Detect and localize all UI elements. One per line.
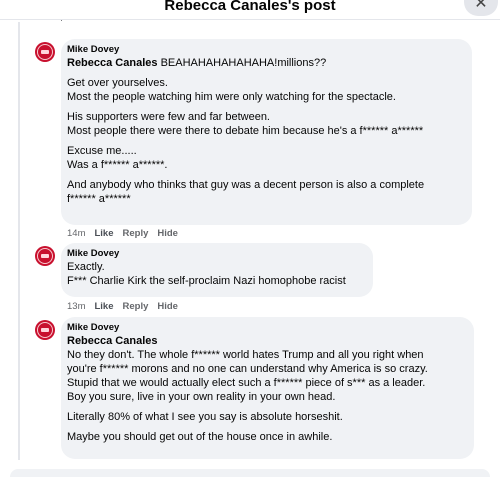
avatar[interactable] bbox=[35, 42, 55, 62]
comment-line: F*** Charlie Kirk the self-proclaim Nazi… bbox=[67, 275, 346, 287]
comment-actions: 13m Like Reply Hide bbox=[67, 301, 178, 312]
close-icon: ✕ bbox=[474, 0, 488, 12]
comment-author[interactable]: Mike Dovey bbox=[67, 44, 466, 56]
comment-line: And anybody who thinks that guy was a de… bbox=[67, 179, 425, 191]
like-button[interactable]: Like bbox=[94, 301, 113, 312]
comment-line: Get over yourselves. bbox=[67, 77, 168, 89]
comment-line: Rebecca Canales BEAHAHAHAHAHAHA!millions… bbox=[67, 57, 327, 69]
comment-author[interactable]: Mike Dovey bbox=[67, 248, 367, 260]
reply-to-name[interactable]: Rebecca Canales bbox=[67, 334, 468, 348]
reply-button[interactable]: Reply bbox=[123, 301, 149, 312]
post-title: Rebecca Canales's post bbox=[164, 0, 336, 14]
comment-bubble: Mike Dovey Rebecca Canales No they don't… bbox=[61, 317, 474, 459]
previous-comment-edge: · bbox=[60, 19, 63, 25]
thread-line bbox=[18, 22, 20, 460]
comment-line: Excuse me..... bbox=[67, 145, 137, 157]
comment-line: Boy you sure, live in your own reality i… bbox=[67, 391, 336, 403]
comment-line: Stupid that we would actually elect such… bbox=[67, 377, 426, 389]
comment-bubble: Mike Dovey Exactly. F*** Charlie Kirk th… bbox=[61, 243, 373, 297]
hide-button[interactable]: Hide bbox=[157, 301, 178, 312]
comment-line: His supporters were few and far between. bbox=[67, 111, 270, 123]
post-header: Rebecca Canales's post ✕ bbox=[0, 0, 500, 16]
comment-time[interactable]: 13m bbox=[67, 301, 85, 312]
comment-line: Was a f****** a******. bbox=[67, 159, 168, 171]
like-button[interactable]: Like bbox=[94, 228, 113, 239]
hide-button[interactable]: Hide bbox=[157, 228, 178, 239]
reply-to-name[interactable]: Rebecca Canales bbox=[67, 57, 158, 69]
comment-actions: 14m Like Reply Hide bbox=[67, 228, 178, 239]
comment-line: Exactly. bbox=[67, 261, 105, 273]
comment-line: Most people there were there to debate h… bbox=[67, 125, 424, 137]
comment-author[interactable]: Mike Dovey bbox=[67, 322, 468, 334]
comment-line: Most the people watching him were only w… bbox=[67, 91, 396, 103]
avatar[interactable] bbox=[35, 320, 55, 340]
avatar[interactable] bbox=[35, 246, 55, 266]
comment-line: you're f****** morons and no one can und… bbox=[67, 363, 428, 375]
comment-line: Literally 80% of what I see you say is a… bbox=[67, 411, 343, 423]
comment-time[interactable]: 14m bbox=[67, 228, 85, 239]
comment-line: No they don't. The whole f****** world h… bbox=[67, 349, 424, 361]
comment-composer[interactable] bbox=[10, 469, 490, 477]
comment-bubble: Mike Dovey Rebecca Canales BEAHAHAHAHAHA… bbox=[61, 39, 472, 225]
comment-line: Maybe you should get out of the house on… bbox=[67, 431, 333, 443]
reply-button[interactable]: Reply bbox=[123, 228, 149, 239]
comment-line: f****** a****** bbox=[67, 193, 131, 205]
